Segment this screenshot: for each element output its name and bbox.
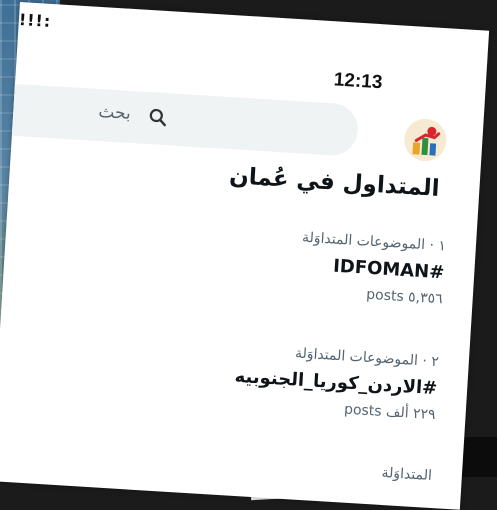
page-title: المتداول في عُمان: [228, 163, 441, 202]
profile-avatar[interactable]: [403, 117, 448, 163]
trend-post-count: ٢٢٩ ألف posts: [343, 401, 437, 424]
trend-name: #الاردن_كوريا_الجنوبيه: [234, 365, 438, 400]
signal-indicator: !!!:: [18, 9, 52, 31]
search-input[interactable]: بحث: [0, 82, 360, 157]
search-placeholder: بحث: [97, 102, 132, 124]
trend-context: ٢ · الموضوعات المتداوَلة: [294, 345, 440, 371]
trend-item[interactable]: ٢ · الموضوعات المتداوَلة #الاردن_كوريا_ا…: [233, 342, 440, 424]
status-time: 12:13: [333, 69, 383, 94]
trend-context: المتداوَلة: [381, 464, 433, 485]
search-icon: [149, 108, 166, 127]
trend-name: #IDFOMAN: [332, 255, 445, 284]
profile-logo-icon: [404, 119, 447, 162]
phone-screenshot: !!!: 12:13 بحث المتداول في عُمان ١ · الم…: [0, 2, 490, 510]
trend-item[interactable]: ١ · الموضوعات المتداوَلة #IDFOMAN ٥,٣٥٦ …: [298, 229, 447, 308]
trend-context: ١ · الموضوعات المتداوَلة: [301, 229, 447, 255]
trend-post-count: ٥,٣٥٦ posts: [365, 286, 444, 308]
trend-item[interactable]: المتداوَلة: [381, 465, 432, 484]
